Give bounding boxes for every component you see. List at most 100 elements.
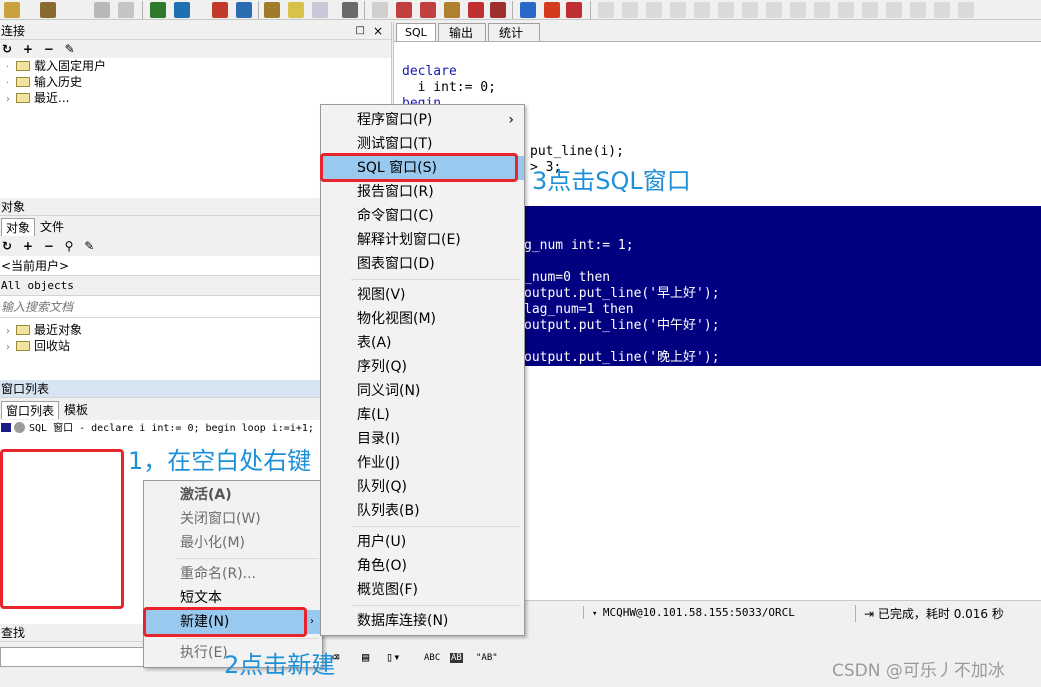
- annotation-step3: 3点击SQL窗口: [532, 167, 691, 195]
- connection-toolbar: ↻ + − ✎: [0, 40, 391, 58]
- tree-item-fixed-users[interactable]: · 载入固定用户: [6, 58, 391, 74]
- tb-disabled-icon: [862, 2, 878, 18]
- tb-disabled-icon: [838, 2, 854, 18]
- gear-icon[interactable]: [40, 2, 56, 18]
- menu-item-table[interactable]: 表(A): [321, 331, 524, 355]
- edit-icon[interactable]: ✎: [65, 42, 75, 56]
- db-icon[interactable]: [236, 2, 252, 18]
- menu-item-library[interactable]: 库(L): [321, 403, 524, 427]
- printer-icon[interactable]: [118, 2, 134, 18]
- tb-disabled-icon: [790, 2, 806, 18]
- code-line: lag_num=1 then: [524, 302, 634, 317]
- menu-item-overview[interactable]: 概览图(F): [321, 578, 524, 602]
- db-icon[interactable]: [94, 2, 110, 18]
- tab-window-list[interactable]: 窗口列表: [1, 401, 60, 419]
- menu-item-program-window[interactable]: 程序窗口(P) ›: [321, 108, 524, 132]
- compile-icon[interactable]: [212, 2, 228, 18]
- menu-item-sequence[interactable]: 序列(Q): [321, 355, 524, 379]
- menu-item-close-window[interactable]: 关闭窗口(W): [144, 507, 322, 531]
- code-line: g_num int:= 1;: [524, 238, 634, 253]
- tree-item-recent-objects[interactable]: › 最近对象: [6, 322, 320, 338]
- folder-icon: [16, 61, 30, 71]
- current-user-select[interactable]: <当前用户>: [0, 256, 320, 276]
- key-icon[interactable]: [4, 2, 20, 18]
- window-icon[interactable]: ▤: [362, 650, 369, 664]
- annotation-step2: 2点击新建: [224, 651, 336, 679]
- menu-item-activate[interactable]: 激活(A): [144, 483, 322, 507]
- tab-output[interactable]: 输出: [438, 23, 487, 41]
- tab-sql[interactable]: SQL: [396, 23, 436, 41]
- tb-disabled-icon: [598, 2, 614, 18]
- menu-item-command-window[interactable]: 命令窗口(C): [321, 204, 524, 228]
- remove-icon[interactable]: −: [44, 239, 54, 253]
- expand-icon[interactable]: ›: [6, 92, 16, 108]
- close-icon[interactable]: ×: [373, 22, 383, 40]
- page-icon[interactable]: ▯▾: [386, 650, 400, 664]
- code-line: output.put_line('中午好');: [524, 318, 720, 333]
- shape-icon[interactable]: [468, 2, 484, 18]
- float-button[interactable]: □: [356, 22, 365, 40]
- annotation-box-blank-area: [0, 449, 124, 609]
- find-icon[interactable]: ⚲: [65, 239, 74, 253]
- notes-icon[interactable]: [288, 2, 304, 18]
- shape-icon[interactable]: [372, 2, 388, 18]
- shape-icon[interactable]: [444, 2, 460, 18]
- tab-statistics[interactable]: 统计: [488, 23, 541, 41]
- object-filter-select[interactable]: All objects: [0, 276, 320, 296]
- tb-disabled-icon: [622, 2, 638, 18]
- menu-item-materialized-view[interactable]: 物化视图(M): [321, 307, 524, 331]
- expand-icon[interactable]: ›: [6, 340, 16, 356]
- disconnect-icon[interactable]: [566, 2, 582, 18]
- menu-separator: [351, 526, 520, 527]
- connection-icon: ▾: [592, 609, 603, 619]
- menu-item-rename[interactable]: 重命名(R)...: [144, 562, 322, 586]
- menu-item-diagram-window[interactable]: 图表窗口(D): [321, 252, 524, 276]
- refresh-icon[interactable]: ↻: [2, 239, 12, 253]
- run-icon[interactable]: [150, 2, 166, 18]
- window-list-item[interactable]: SQL 窗口 - declare i int:= 0; begin loop i…: [0, 420, 320, 438]
- annotation-step1: 1，在空白处右键: [128, 447, 312, 475]
- menu-item-queue-table[interactable]: 队列表(B): [321, 499, 524, 523]
- remove-icon[interactable]: −: [44, 42, 54, 56]
- menu-separator: [176, 558, 318, 559]
- add-icon[interactable]: +: [23, 239, 33, 253]
- menu-item-role[interactable]: 角色(O): [321, 554, 524, 578]
- tree-item-recycle-bin[interactable]: › 回收站: [6, 338, 320, 354]
- code-line: declare: [402, 64, 457, 79]
- quote-button[interactable]: "AB": [476, 653, 498, 663]
- new-submenu: 程序窗口(P) › 测试窗口(T) SQL 窗口(S) 报告窗口(R) 命令窗口(…: [320, 104, 525, 636]
- arrow-left-icon[interactable]: [544, 2, 560, 18]
- menu-item-database-link[interactable]: 数据库连接(N): [321, 609, 524, 633]
- stop-icon[interactable]: [174, 2, 190, 18]
- menu-item-view[interactable]: 视图(V): [321, 283, 524, 307]
- menu-item-synonym[interactable]: 同义词(N): [321, 379, 524, 403]
- case-button[interactable]: AB: [450, 653, 463, 663]
- menu-item-explain-plan-window[interactable]: 解释计划窗口(E): [321, 228, 524, 252]
- tools-icon[interactable]: [264, 2, 280, 18]
- db-icon: [14, 422, 25, 433]
- shape-icon[interactable]: [420, 2, 436, 18]
- refresh-icon[interactable]: ↻: [2, 42, 12, 56]
- menu-item-minimize[interactable]: 最小化(M): [144, 531, 322, 555]
- menu-item-job[interactable]: 作业(J): [321, 451, 524, 475]
- menu-item-report-window[interactable]: 报告窗口(R): [321, 180, 524, 204]
- tab-files[interactable]: 文件: [36, 218, 68, 236]
- menu-item-user[interactable]: 用户(U): [321, 530, 524, 554]
- shape-icon[interactable]: [396, 2, 412, 18]
- wrench-icon[interactable]: [342, 2, 358, 18]
- edit-icon[interactable]: ✎: [84, 239, 94, 253]
- add-icon[interactable]: +: [23, 42, 33, 56]
- connection-status: ▾ MCQHW@10.101.58.155:5033/ORCL: [583, 606, 795, 619]
- bottom-toolbar: ⌫ ▤ ▯▾ ABC AB "AB": [320, 648, 520, 670]
- arrow-right-icon[interactable]: [520, 2, 536, 18]
- tab-templates[interactable]: 模板: [60, 401, 92, 419]
- tab-objects[interactable]: 对象: [1, 218, 36, 236]
- menu-item-queue[interactable]: 队列(Q): [321, 475, 524, 499]
- find-input[interactable]: [0, 647, 144, 667]
- tree-item-history[interactable]: · 输入历史: [6, 74, 391, 90]
- shape-icon[interactable]: [490, 2, 506, 18]
- menu-item-directory[interactable]: 目录(I): [321, 427, 524, 451]
- bookmark-icon[interactable]: [312, 2, 328, 18]
- uppercase-button[interactable]: ABC: [424, 653, 440, 663]
- search-input[interactable]: [0, 296, 320, 318]
